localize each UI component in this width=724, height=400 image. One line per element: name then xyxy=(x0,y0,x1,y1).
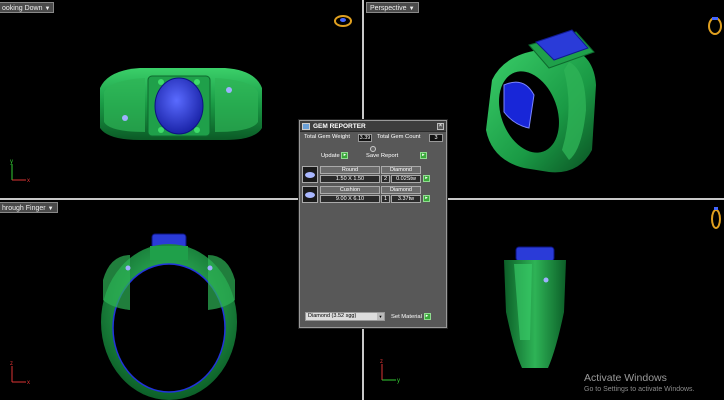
update-row: Update ▸ xyxy=(321,152,349,162)
material-select[interactable]: Diamond (3.52 sgg) ▼ xyxy=(305,312,385,321)
orientation-ring-icon[interactable] xyxy=(333,14,353,28)
orientation-ring-icon[interactable] xyxy=(710,204,722,230)
save-report-row: Save Report ▸ xyxy=(366,152,427,162)
svg-text:y: y xyxy=(10,159,13,165)
total-count-value: 3 xyxy=(429,134,443,142)
activate-windows-title: Activate Windows xyxy=(584,372,667,384)
chevron-down-icon[interactable]: ▼ xyxy=(377,313,384,320)
total-weight-label: Total Gem Weight xyxy=(304,134,350,140)
gem-material: Diamond xyxy=(381,186,421,194)
update-button[interactable]: ▸ xyxy=(341,152,349,159)
gem-size: 9.00 X 6.10 xyxy=(320,195,380,203)
cushion-gem-icon xyxy=(302,186,318,203)
set-material-row: Set Material ▸ xyxy=(391,313,431,320)
gem-shape: Round xyxy=(320,166,380,174)
app-icon xyxy=(302,123,310,130)
save-report-button[interactable]: ▸ xyxy=(419,152,427,159)
save-report-label: Save Report xyxy=(366,153,399,160)
orientation-ring-icon[interactable] xyxy=(707,14,723,36)
svg-text:z: z xyxy=(380,359,383,365)
gem-count: 2 xyxy=(381,175,390,183)
gem-list-item[interactable]: Round Diamond 1.50 X 1.50 2 0.02Stw ▸ xyxy=(302,166,430,185)
total-weight-value: 3.39 xyxy=(358,134,372,142)
svg-text:z: z xyxy=(10,361,13,367)
material-row: Diamond (3.52 sgg) ▼ Set Material ▸ xyxy=(305,312,443,322)
axis-gizmo: y x xyxy=(10,159,30,184)
svg-text:y: y xyxy=(397,378,400,384)
gem-select-button[interactable]: ▸ xyxy=(423,175,430,182)
gem-list-item[interactable]: Cushion Diamond 9.00 X 6.10 1 3.37tw ▸ xyxy=(302,186,430,205)
gem-count: 1 xyxy=(381,195,390,203)
activate-windows-subtitle: Go to Settings to activate Windows. xyxy=(584,386,695,393)
gem-select-button[interactable]: ▸ xyxy=(423,195,430,202)
set-material-button[interactable]: ▸ xyxy=(423,313,431,320)
total-count-label: Total Gem Count xyxy=(377,134,421,140)
gem-reporter-title: GEM REPORTER xyxy=(313,123,366,130)
gem-size: 1.50 X 1.50 xyxy=(320,175,380,183)
app-window: ooking Down ▼ y x Perspective ▼ hrough F… xyxy=(0,0,724,400)
svg-text:x: x xyxy=(27,178,30,184)
totals-row: Total Gem Weight 3.39 Total Gem Count 3 xyxy=(300,132,446,144)
update-label: Update xyxy=(321,153,340,160)
axis-gizmo: z y xyxy=(380,359,400,384)
round-gem-icon xyxy=(302,166,318,183)
gem-weight: 3.37tw xyxy=(391,195,421,203)
close-icon[interactable]: × xyxy=(437,123,444,130)
gem-reporter-titlebar[interactable]: GEM REPORTER × xyxy=(300,121,446,132)
gem-weight: 0.02Stw xyxy=(391,175,421,183)
set-material-label: Set Material xyxy=(391,314,422,321)
material-select-value: Diamond (3.52 sgg) xyxy=(308,313,357,319)
axis-gizmo: z x xyxy=(10,361,30,386)
gem-material: Diamond xyxy=(381,166,421,174)
gem-list: Round Diamond 1.50 X 1.50 2 0.02Stw ▸ Cu… xyxy=(302,166,430,206)
gem-shape: Cushion xyxy=(320,186,380,194)
svg-text:x: x xyxy=(27,380,30,386)
